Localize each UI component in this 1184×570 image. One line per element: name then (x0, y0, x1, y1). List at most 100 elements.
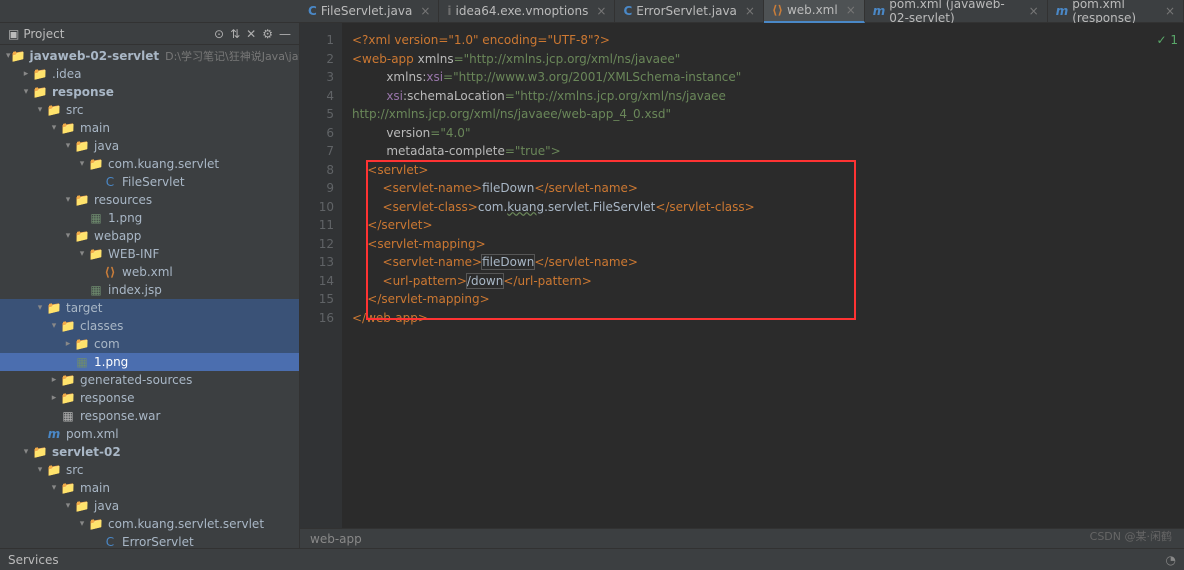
close-icon[interactable]: × (1029, 4, 1039, 18)
code-area[interactable]: 12345678910111213141516 <?xml version="1… (300, 23, 1184, 528)
tree-label: src (66, 103, 84, 117)
code-line[interactable]: version="4.0" (352, 124, 1184, 143)
tree-item-javaweb-02-servlet[interactable]: ▾📁javaweb-02-servletD:\学习笔记\狂神说Java\java… (0, 47, 299, 65)
code-line[interactable]: </servlet-mapping> (352, 290, 1184, 309)
code-line[interactable]: http://xmlns.jcp.org/xml/ns/javaee/web-a… (352, 105, 1184, 124)
tree-arrow-icon[interactable]: ▾ (48, 123, 60, 133)
code-line[interactable]: </servlet> (352, 216, 1184, 235)
tree-item-main[interactable]: ▾📁main (0, 119, 299, 137)
tree-item-response[interactable]: ▸📁response (0, 389, 299, 407)
tree-arrow-icon[interactable]: ▾ (76, 249, 88, 259)
code-line[interactable]: <?xml version="1.0" encoding="UTF-8"?> (352, 31, 1184, 50)
code-line[interactable]: <servlet-class>com.kuang.servlet.FileSer… (352, 198, 1184, 217)
tree-arrow-icon[interactable]: ▾ (34, 303, 46, 313)
tree-item-1-png[interactable]: ▦1.png (0, 353, 299, 371)
code-line[interactable]: </web-app> (352, 309, 1184, 328)
inspection-check-icon[interactable]: ✓ 1 (1156, 31, 1178, 50)
tree-item-webapp[interactable]: ▾📁webapp (0, 227, 299, 245)
tree-item-response[interactable]: ▾📁 response (0, 83, 299, 101)
file-type-icon: 📁 (32, 85, 48, 99)
tree-item-target[interactable]: ▾📁target (0, 299, 299, 317)
tree-arrow-icon[interactable]: ▾ (76, 159, 88, 169)
tab-pom-xml-response-[interactable]: mpom.xml (response)× (1048, 0, 1184, 23)
tree-arrow-icon[interactable]: ▾ (62, 501, 74, 511)
code-line[interactable]: <servlet-mapping> (352, 235, 1184, 254)
tree-label: response (80, 391, 135, 405)
tree-item-errorservlet[interactable]: CErrorServlet (0, 533, 299, 548)
tree-label: response (52, 85, 114, 99)
close-icon[interactable]: × (420, 4, 430, 18)
services-tab[interactable]: Services (8, 553, 59, 567)
event-log-icon[interactable]: ◔ (1166, 553, 1176, 567)
code-line[interactable]: <web-app xmlns="http://xmlns.jcp.org/xml… (352, 50, 1184, 69)
tree-arrow-icon[interactable]: ▾ (62, 141, 74, 151)
tree-arrow-icon[interactable]: ▾ (34, 105, 46, 115)
code-line[interactable]: metadata-complete="true"> (352, 142, 1184, 161)
settings-icon[interactable]: ⚙ (262, 27, 273, 41)
tree-item-com-kuang-servlet[interactable]: ▾📁com.kuang.servlet (0, 155, 299, 173)
select-opened-icon[interactable]: ⊙ (214, 27, 224, 41)
tree-arrow-icon[interactable]: ▸ (48, 393, 60, 403)
expand-icon[interactable]: ⇅ (230, 27, 240, 41)
file-type-icon: 📁 (32, 67, 48, 81)
tree-item-com[interactable]: ▸📁com (0, 335, 299, 353)
code-line[interactable]: <servlet> (352, 161, 1184, 180)
close-icon[interactable]: × (846, 3, 856, 17)
line-number: 1 (300, 31, 334, 50)
tree-item-main[interactable]: ▾📁main (0, 479, 299, 497)
tree-arrow-icon[interactable]: ▸ (20, 69, 32, 79)
file-icon: ⟨⟩ (772, 3, 783, 17)
tree-item-com-kuang-servlet-servlet[interactable]: ▾📁com.kuang.servlet.servlet (0, 515, 299, 533)
tree-item-src[interactable]: ▾📁src (0, 101, 299, 119)
tree-item-generated-sources[interactable]: ▸📁generated-sources (0, 371, 299, 389)
tab-web-xml[interactable]: ⟨⟩web.xml× (764, 0, 865, 23)
tree-item-response-war[interactable]: ▦response.war (0, 407, 299, 425)
tree-item-pom-xml[interactable]: mpom.xml (0, 425, 299, 443)
code-line[interactable]: <servlet-name>fileDown</servlet-name> (352, 179, 1184, 198)
tree-arrow-icon[interactable]: ▾ (48, 321, 60, 331)
tree-arrow-icon[interactable]: ▾ (34, 465, 46, 475)
close-icon[interactable]: × (1165, 4, 1175, 18)
tree-item-web-inf[interactable]: ▾📁WEB-INF (0, 245, 299, 263)
code[interactable]: <?xml version="1.0" encoding="UTF-8"?><w… (342, 23, 1184, 528)
tab-label: idea64.exe.vmoptions (456, 4, 589, 18)
tree-item-fileservlet[interactable]: CFileServlet (0, 173, 299, 191)
project-tree[interactable]: ▾📁javaweb-02-servletD:\学习笔记\狂神说Java\java… (0, 45, 299, 548)
tree-arrow-icon[interactable]: ▾ (76, 519, 88, 529)
tree-item-resources[interactable]: ▾📁resources (0, 191, 299, 209)
tab-pom-xml-javaweb-02-servlet-[interactable]: mpom.xml (javaweb-02-servlet)× (865, 0, 1048, 23)
close-icon[interactable]: × (596, 4, 606, 18)
line-number: 11 (300, 216, 334, 235)
code-line[interactable]: <servlet-name>fileDown</servlet-name> (352, 253, 1184, 272)
tree-arrow-icon[interactable]: ▾ (20, 447, 32, 457)
code-line[interactable]: xmlns:xsi="http://www.w3.org/2001/XMLSch… (352, 68, 1184, 87)
file-type-icon: m (46, 427, 62, 441)
breadcrumb[interactable]: web-app (300, 528, 1184, 548)
tree-arrow-icon[interactable]: ▾ (62, 231, 74, 241)
tree-item-java[interactable]: ▾📁java (0, 497, 299, 515)
tree-arrow-icon[interactable]: ▸ (48, 375, 60, 385)
tree-arrow-icon[interactable]: ▾ (20, 87, 32, 97)
tab-errorservlet-java[interactable]: CErrorServlet.java× (615, 0, 764, 23)
tree-arrow-icon[interactable]: ▸ (62, 339, 74, 349)
tree-arrow-icon[interactable]: ▾ (48, 483, 60, 493)
breadcrumb-item[interactable]: web-app (310, 532, 362, 546)
tree-label: java (94, 499, 119, 513)
tree-item-servlet-02[interactable]: ▾📁servlet-02 (0, 443, 299, 461)
tree-arrow-icon[interactable]: ▾ (62, 195, 74, 205)
tree-item-index-jsp[interactable]: ▦index.jsp (0, 281, 299, 299)
tree-item-classes[interactable]: ▾📁classes (0, 317, 299, 335)
tree-item-1-png[interactable]: ▦1.png (0, 209, 299, 227)
close-icon[interactable]: × (745, 4, 755, 18)
hide-icon[interactable]: — (279, 27, 291, 41)
tab-label: pom.xml (response) (1072, 0, 1157, 25)
tree-item-java[interactable]: ▾📁java (0, 137, 299, 155)
code-line[interactable]: xsi:schemaLocation="http://xmlns.jcp.org… (352, 87, 1184, 106)
tab-fileservlet-java[interactable]: CFileServlet.java× (300, 0, 439, 23)
tree-item-src[interactable]: ▾📁src (0, 461, 299, 479)
collapse-icon[interactable]: ✕ (246, 27, 256, 41)
code-line[interactable]: <url-pattern>/down</url-pattern> (352, 272, 1184, 291)
tree-item-web-xml[interactable]: ⟨⟩web.xml (0, 263, 299, 281)
tab-idea64-exe-vmoptions[interactable]: iidea64.exe.vmoptions× (439, 0, 615, 23)
tree-item--idea[interactable]: ▸📁.idea (0, 65, 299, 83)
